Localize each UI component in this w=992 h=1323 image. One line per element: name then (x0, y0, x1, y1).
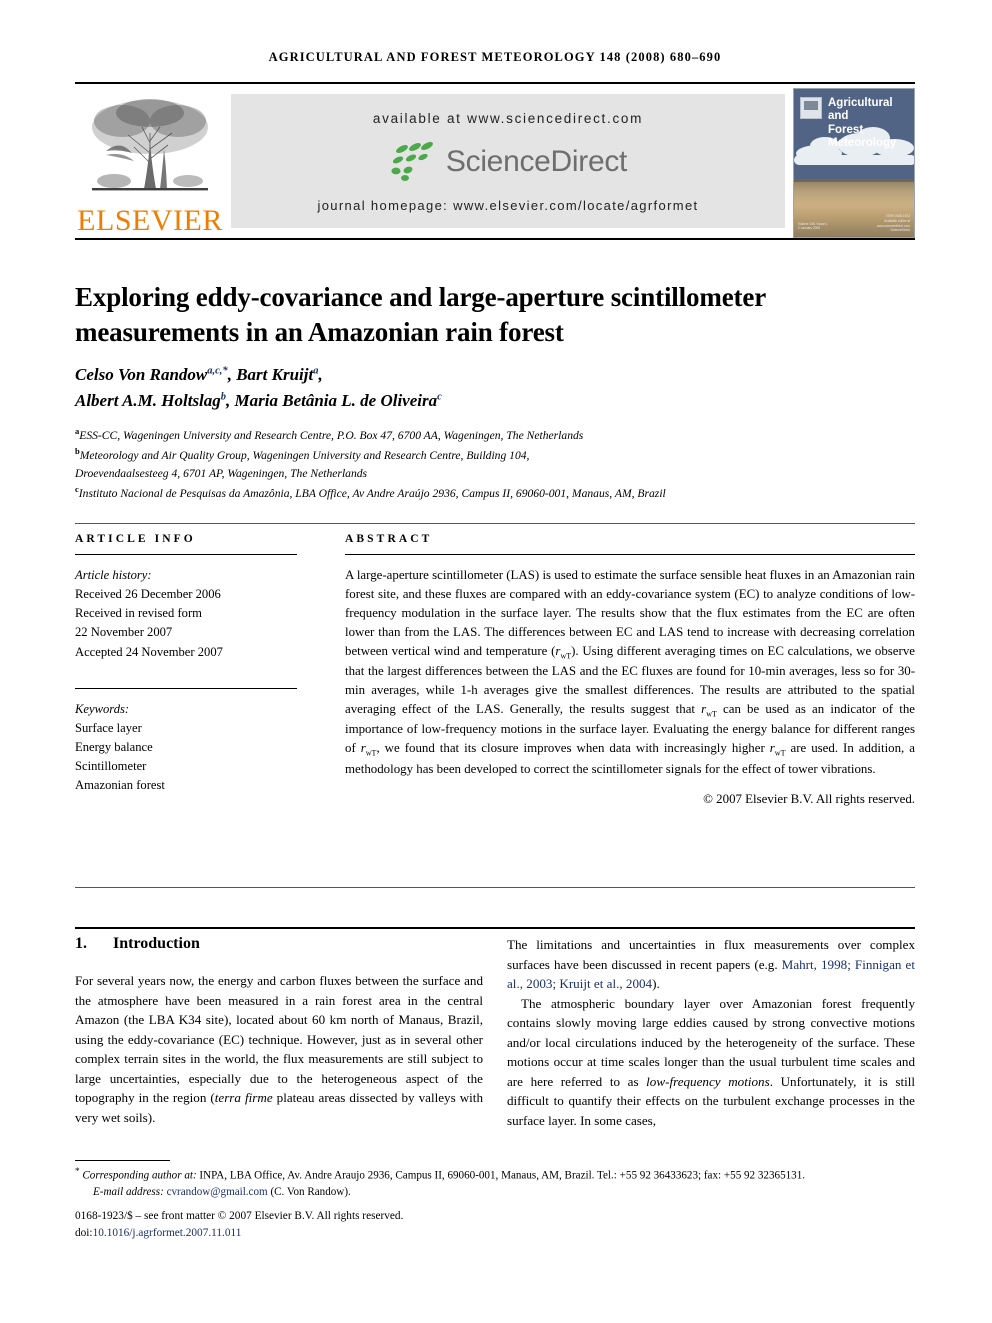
author-affiliation-marker: b (220, 391, 227, 403)
issn-line: 0168-1923/$ – see front matter © 2007 El… (75, 1209, 404, 1222)
paragraph: The limitations and uncertainties in flu… (507, 935, 915, 994)
author-affiliation-marker: a,c,* (207, 365, 228, 377)
affiliation-text: ESS-CC, Wageningen University and Resear… (79, 428, 584, 442)
email-link[interactable]: cvrandow@gmail.com (167, 1186, 268, 1198)
author-line-1: Celso Von Randowa,c,*, Bart Kruijta, (75, 365, 323, 384)
doi-line: doi:10.1016/j.agrformet.2007.11.011 (75, 1225, 925, 1242)
cover-caption-left: Volume 148 / Issue 1 2 January 2008 (798, 221, 828, 231)
abstract-heading: ABSTRACT (345, 533, 433, 545)
info-block-bottom-rule (75, 887, 915, 888)
abstract-text: A large-aperture scintillometer (LAS) is… (345, 566, 915, 779)
abstract-part: , we found that its closure improves whe… (376, 741, 770, 756)
corresponding-author-note: * Corresponding author at: INPA, LBA Off… (75, 1166, 925, 1184)
sciencedirect-leaves-icon (391, 142, 433, 181)
sciencedirect-logo: ScienceDirect (389, 142, 627, 182)
abstract-copyright: © 2007 Elsevier B.V. All rights reserved… (703, 791, 915, 806)
elsevier-logo: ELSEVIER (75, 84, 225, 238)
affiliation-item: bMeteorology and Air Quality Group, Wage… (75, 445, 925, 465)
sciencedirect-wordmark: ScienceDirect (445, 145, 628, 178)
author-affiliation-marker: c (437, 391, 442, 403)
corresponding-author-text: INPA, LBA Office, Av. Andre Araujo 2936,… (196, 1169, 806, 1182)
cloud-band (794, 155, 914, 165)
article-history-item: Accepted 24 November 2007 (75, 644, 223, 659)
affiliation-text: Meteorology and Air Quality Group, Wagen… (79, 448, 530, 462)
author-name: Maria Betânia L. de Oliveira (234, 391, 438, 411)
paragraph-emphasis: low-frequency motions (646, 1073, 770, 1089)
keywords-list: Keywords: Surface layer Energy balance S… (75, 700, 297, 796)
body-column-left: 1. Introduction For several years now, t… (75, 935, 483, 1127)
affiliation-item: cInstituto Nacional de Pesquisas da Amaz… (75, 483, 925, 503)
email-label: E-mail address: (93, 1186, 164, 1199)
affiliation-text: Droevendaalsesteeg 4, 6701 AP, Wageninge… (75, 467, 368, 481)
footnote-block: * Corresponding author at: INPA, LBA Off… (75, 1166, 925, 1242)
abstract-symbol-sub: wT (365, 749, 377, 759)
article-history-label: Article history: (75, 568, 152, 582)
paragraph: For several years now, the energy and ca… (75, 971, 483, 1127)
author-affiliation-marker: a (313, 365, 319, 377)
corresponding-author-label: Corresponding author at: (82, 1169, 197, 1182)
keywords-label: Keywords: (75, 701, 130, 716)
article-info-heading: ARTICLE INFO (75, 533, 196, 545)
abstract-divider (345, 554, 915, 555)
keyword-item: Energy balance (75, 739, 153, 754)
author-name: Bart Kruijt (236, 365, 314, 384)
section-heading-introduction: 1. Introduction (75, 935, 483, 953)
doi-prefix: doi: (75, 1226, 93, 1239)
abstract-symbol-sub: wT (706, 709, 717, 719)
footnote-marker: * (75, 1167, 80, 1177)
body-column-right: The limitations and uncertainties in flu… (507, 935, 915, 1130)
article-info-divider (75, 554, 297, 555)
email-note: E-mail address: cvrandow@gmail.com (C. V… (75, 1184, 925, 1201)
cover-journal-title: Agricultural and Forest Meteorology (828, 97, 897, 150)
page-title: Exploring eddy-covariance and large-aper… (75, 282, 766, 348)
keyword-item: Surface layer (75, 720, 142, 735)
author-line-2: Albert A.M. Holtslagb, Maria Betânia L. … (75, 391, 442, 411)
elsevier-wordmark: ELSEVIER (77, 204, 223, 237)
body-top-rule (75, 927, 915, 929)
article-history-item: 22 November 2007 (75, 625, 173, 640)
info-block-top-rule (75, 523, 915, 524)
affiliation-item: aESS-CC, Wageningen University and Resea… (75, 425, 925, 445)
abstract-symbol-sub: wT (774, 749, 786, 759)
footnote-rule (75, 1160, 170, 1161)
sciencedirect-banner: available at www.sciencedirect.com Scien… (231, 94, 785, 228)
paragraph: The atmospheric boundary layer over Amaz… (507, 994, 915, 1131)
running-head: AGRICULTURAL AND FOREST METEOROLOGY 148 … (268, 50, 722, 64)
author-list: Celso Von Randowa,c,*, Bart Kruijta, Alb… (75, 362, 915, 415)
abstract-column: ABSTRACT A large-aperture scintillometer… (345, 533, 915, 807)
available-at-text: available at www.sciencedirect.com (372, 111, 644, 126)
article-history-item: Received in revised form (75, 606, 202, 621)
article-history-item: Received 26 December 2006 (75, 587, 221, 602)
elsevier-tree-icon (92, 99, 208, 191)
journal-homepage-text: journal homepage: www.elsevier.com/locat… (317, 198, 699, 213)
section-number: 1. (75, 935, 87, 952)
email-owner: (C. Von Randow). (270, 1186, 351, 1199)
keyword-item: Amazonian forest (75, 778, 165, 793)
article-history: Article history: Received 26 December 20… (75, 566, 297, 662)
elsevier-cover-mark-icon (800, 97, 822, 119)
affiliation-item: Droevendaalsesteeg 4, 6701 AP, Wageninge… (75, 465, 925, 483)
keyword-item: Scintillometer (75, 759, 147, 774)
affiliation-list: aESS-CC, Wageningen University and Resea… (75, 425, 925, 503)
author-name: Celso Von Randow (75, 365, 208, 384)
article-first-page: AGRICULTURAL AND FOREST METEOROLOGY 148 … (0, 0, 992, 1323)
affiliation-text: Instituto Nacional de Pesquisas da Amazô… (78, 487, 666, 501)
journal-cover-thumbnail: Agricultural and Forest Meteorology Volu… (793, 88, 915, 238)
cover-caption-right: ISSN 0168-1923 Available online at www.s… (876, 214, 910, 233)
paragraph-emphasis: terra firme (214, 1090, 273, 1105)
author-name: Albert A.M. Holtslag (75, 391, 221, 411)
keywords-divider (75, 687, 297, 689)
section-title: Introduction (113, 935, 200, 952)
paragraph-text: For several years now, the energy and ca… (75, 973, 483, 1105)
doi-link[interactable]: 10.1016/j.agrformet.2007.11.011 (93, 1227, 242, 1239)
article-info-column: ARTICLE INFO Article history: Received 2… (75, 533, 297, 795)
journal-masthead: ELSEVIER available at www.sciencedirect.… (75, 82, 915, 240)
paragraph-text: ). (652, 976, 660, 991)
abstract-symbol-sub: wT (560, 651, 572, 661)
